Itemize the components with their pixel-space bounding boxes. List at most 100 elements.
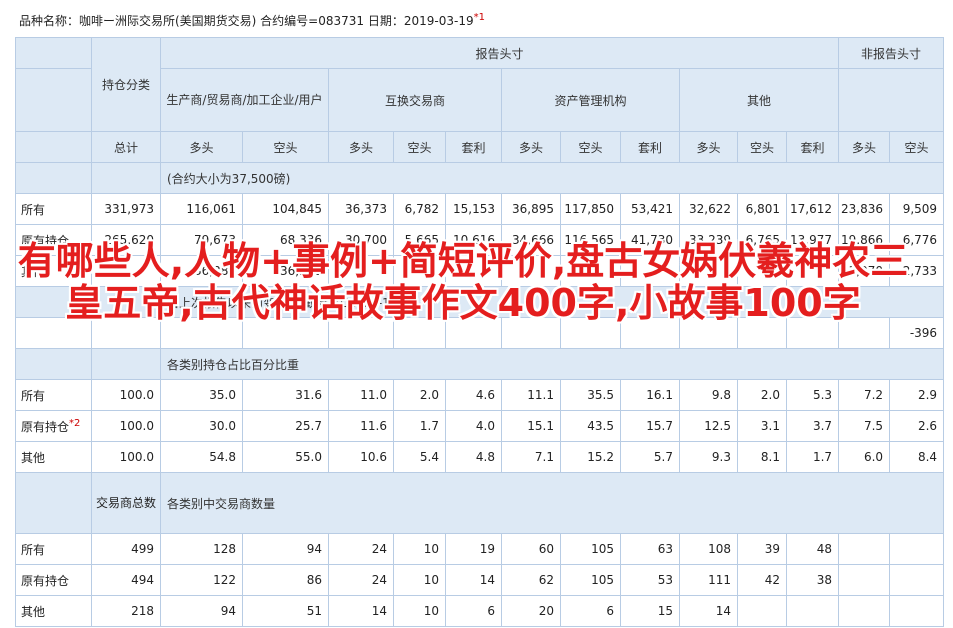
percent-section-header: 各类别持仓占比百分比重 bbox=[159, 348, 945, 380]
row-label: 其他 bbox=[15, 595, 92, 627]
table-cell bbox=[838, 595, 891, 627]
row-label: 所有 bbox=[15, 533, 92, 565]
table-cell: 4.0 bbox=[445, 410, 502, 442]
table-cell: 8.4 bbox=[889, 441, 945, 473]
table-cell: 10 bbox=[393, 533, 446, 565]
table-cell bbox=[889, 533, 945, 565]
table-cell: 100.0 bbox=[91, 410, 161, 442]
table-cell: 14 bbox=[445, 564, 502, 596]
table-row: 原有持仓 494 122 86 24 10 14 62 105 53 111 42 38 bbox=[15, 564, 945, 596]
table-cell: 39 bbox=[737, 533, 787, 565]
row-label: 原有持仓*2 bbox=[15, 410, 92, 442]
row-label: 所有 bbox=[15, 379, 92, 411]
table-cell: 20 bbox=[501, 595, 561, 627]
column-header: 套利 bbox=[620, 131, 680, 163]
table-cell: 218 bbox=[91, 595, 161, 627]
table-cell: 15,153 bbox=[445, 193, 502, 225]
table-cell: 24 bbox=[328, 533, 394, 565]
table-cell: 48 bbox=[785, 533, 840, 565]
table-cell: 116,061 bbox=[160, 193, 243, 225]
holding-category-header: 持仓分类 bbox=[91, 37, 161, 132]
table-cell: 36,373 bbox=[328, 193, 394, 225]
table-cell: 24 bbox=[328, 564, 394, 596]
table-cell: 5.4 bbox=[393, 441, 446, 473]
table-cell: 15 bbox=[620, 595, 680, 627]
table-cell: 11.0 bbox=[328, 379, 394, 411]
table-cell: 11.6 bbox=[328, 410, 394, 442]
table-row: 其他 100.0 54.8 55.0 10.6 5.4 4.8 7.1 15.2 5.7 9.3 8.… bbox=[15, 441, 945, 473]
total-header: 总计 bbox=[91, 131, 161, 163]
table-cell: 3.1 bbox=[737, 410, 787, 442]
table-cell bbox=[785, 595, 840, 627]
table-cell: 117,850 bbox=[560, 193, 621, 225]
table-cell: 10 bbox=[393, 595, 446, 627]
table-cell: 62 bbox=[501, 564, 561, 596]
column-header: 空头 bbox=[889, 131, 945, 163]
table-cell: 4.8 bbox=[445, 441, 502, 473]
table-cell: 1.7 bbox=[393, 410, 446, 442]
table-cell: 35.5 bbox=[560, 379, 621, 411]
table-body: 持仓分类 报告头寸 非报告头寸 生产商/贸易商/加工企业/用户 互换交易商 资产… bbox=[15, 37, 945, 627]
column-header: 多头 bbox=[328, 131, 394, 163]
table-cell: 31.6 bbox=[242, 379, 329, 411]
table-cell: 10.6 bbox=[328, 441, 394, 473]
column-header: 空头 bbox=[242, 131, 329, 163]
table-cell: 100.0 bbox=[91, 379, 161, 411]
table-cell: 5.7 bbox=[620, 441, 680, 473]
table-cell: 16.1 bbox=[620, 379, 680, 411]
column-header: 空头 bbox=[393, 131, 446, 163]
report-positions-header: 报告头寸 bbox=[159, 37, 840, 69]
table-cell bbox=[889, 595, 945, 627]
column-header: 空头 bbox=[560, 131, 621, 163]
table-cell: 128 bbox=[160, 533, 243, 565]
swap-dealer-header: 互换交易商 bbox=[328, 68, 502, 132]
table-cell: 108 bbox=[679, 533, 738, 565]
table-cell: 11.1 bbox=[501, 379, 561, 411]
table-row: 所有 331,973 116,061 104,845 36,373 6,782 15,153… bbox=[15, 193, 945, 225]
table-cell: 8.1 bbox=[737, 441, 787, 473]
table-cell: 14 bbox=[328, 595, 394, 627]
table-cell: 9.3 bbox=[679, 441, 738, 473]
overlay-headline: 有哪些人,人物+事例+简短评价,盘古女娲伏羲神农三皇五帝,古代神话故事作文400… bbox=[17, 239, 909, 325]
table-cell bbox=[838, 533, 891, 565]
table-cell bbox=[838, 564, 891, 596]
table-cell: 9,509 bbox=[889, 193, 945, 225]
table-cell: 1.7 bbox=[785, 441, 840, 473]
column-header: 套利 bbox=[785, 131, 840, 163]
table-cell: 6,801 bbox=[737, 193, 787, 225]
table-cell: 2.0 bbox=[737, 379, 787, 411]
table-cell: 111 bbox=[679, 564, 738, 596]
table-cell: 14 bbox=[679, 595, 738, 627]
table-cell: 7.5 bbox=[838, 410, 891, 442]
table-cell: 3.7 bbox=[785, 410, 840, 442]
table-cell: 494 bbox=[91, 564, 161, 596]
table-cell: 12.5 bbox=[679, 410, 738, 442]
table-row: 所有 499 128 94 24 10 19 60 105 63 108 39 48 bbox=[15, 533, 945, 565]
table-row: 原有持仓*2 100.0 30.0 25.7 11.6 1.7 4.0 15.1 43.5 15.… bbox=[15, 410, 945, 442]
table-cell: 105 bbox=[560, 533, 621, 565]
nonreport-positions-header: 非报告头寸 bbox=[838, 37, 945, 69]
table-cell: 23,836 bbox=[838, 193, 891, 225]
column-header: 套利 bbox=[445, 131, 502, 163]
table-cell: 4.6 bbox=[445, 379, 502, 411]
table-cell: 25.7 bbox=[242, 410, 329, 442]
table-cell: 15.2 bbox=[560, 441, 621, 473]
table-cell: 2.6 bbox=[889, 410, 945, 442]
table-cell: 100.0 bbox=[91, 441, 161, 473]
row-label: 所有 bbox=[15, 193, 92, 225]
table-cell: 6.0 bbox=[838, 441, 891, 473]
table-cell: 53 bbox=[620, 564, 680, 596]
table-cell: 15.1 bbox=[501, 410, 561, 442]
table-cell bbox=[737, 595, 787, 627]
table-cell: 60 bbox=[501, 533, 561, 565]
table-cell: 122 bbox=[160, 564, 243, 596]
column-header: 多头 bbox=[679, 131, 738, 163]
table-cell: 51 bbox=[242, 595, 329, 627]
row-label: 其他 bbox=[15, 441, 92, 473]
table-cell: 35.0 bbox=[160, 379, 243, 411]
table-cell: 19 bbox=[445, 533, 502, 565]
table-cell: 331,973 bbox=[91, 193, 161, 225]
column-header: 空头 bbox=[737, 131, 787, 163]
table-cell: 2.9 bbox=[889, 379, 945, 411]
table-cell: 43.5 bbox=[560, 410, 621, 442]
